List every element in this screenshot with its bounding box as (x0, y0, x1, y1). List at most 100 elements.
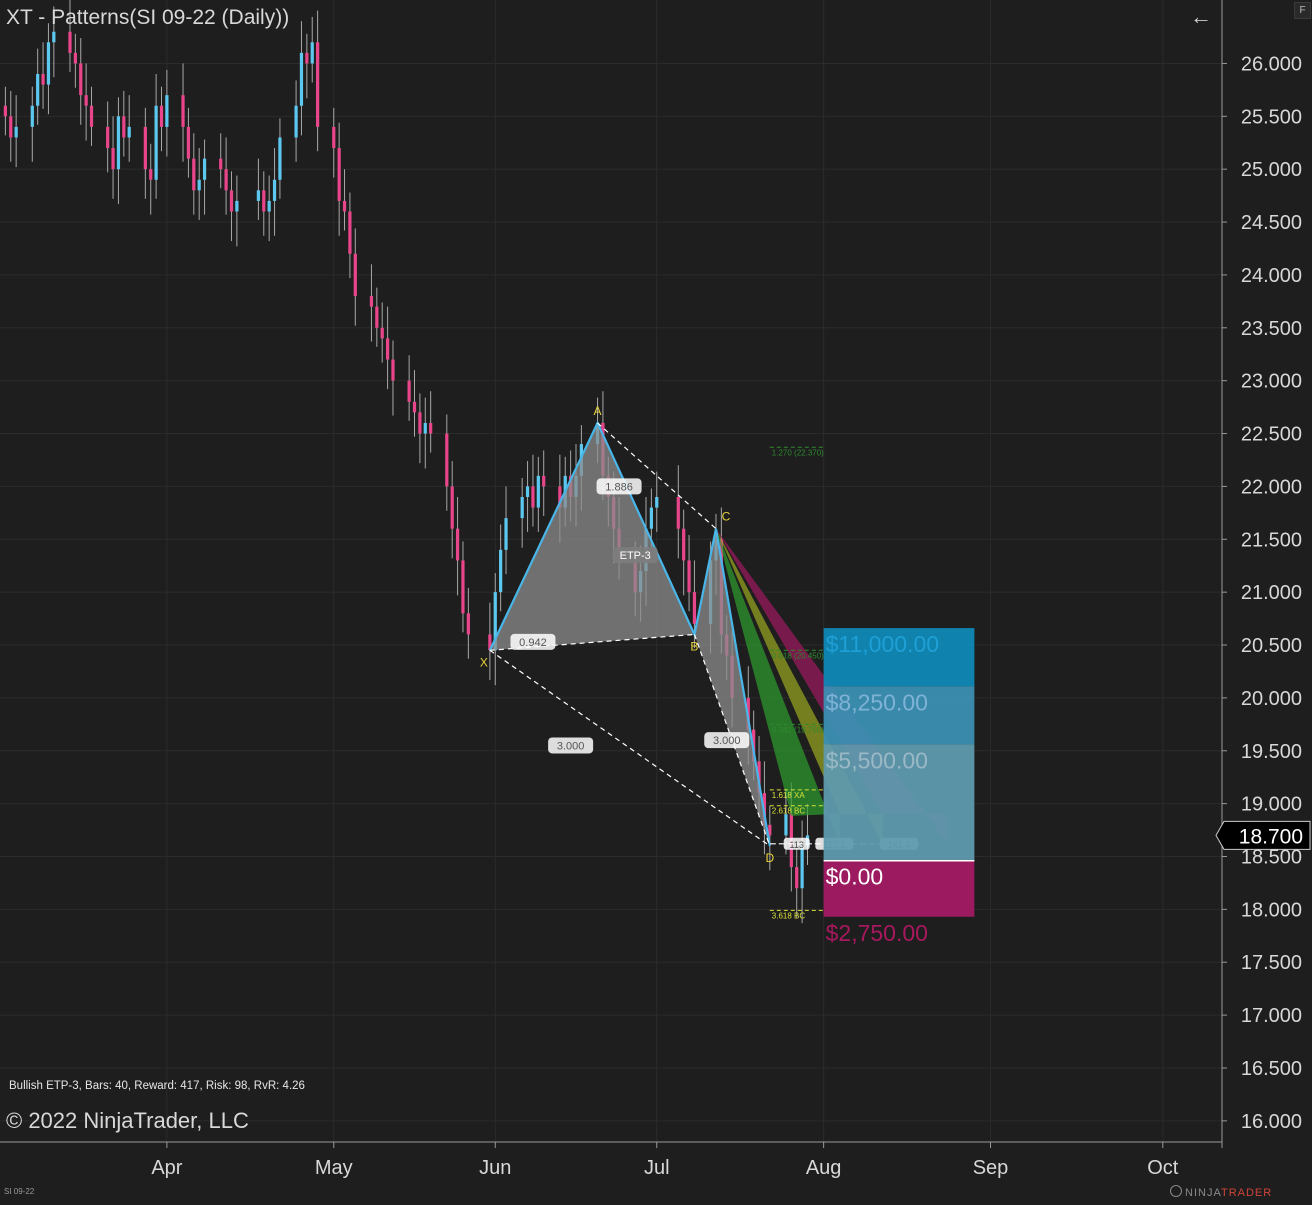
candle-body (149, 169, 153, 180)
pattern-point-label: C (722, 510, 731, 524)
candle-body (499, 549, 503, 593)
candle-body (186, 126, 191, 159)
pattern-triangle-xab (489, 422, 695, 651)
candle-body (224, 169, 228, 191)
y-tick-label: 19.000 (1241, 794, 1302, 816)
candle-body (9, 116, 13, 138)
brand-main: NINJA (1185, 1187, 1221, 1199)
y-tick-label: 16.500 (1241, 1058, 1302, 1080)
candle-body (143, 126, 147, 170)
x-tick-label: Oct (1147, 1157, 1179, 1179)
candle-body (348, 211, 352, 254)
candle-body (412, 401, 417, 413)
target-label: $8,250.00 (826, 689, 928, 715)
y-tick-label: 22.500 (1241, 424, 1302, 446)
candle-body (294, 105, 298, 138)
candle-body (380, 327, 384, 339)
candle-body (692, 592, 697, 624)
candle-body (84, 95, 88, 106)
y-tick-label: 24.000 (1241, 265, 1302, 287)
y-tick-label: 21.000 (1241, 582, 1302, 604)
fib-level-label: 2.618 BC (772, 807, 806, 816)
ratio-label: 3.000 (713, 735, 741, 747)
chart-title: XT - Patterns(SI 09-22 (Daily)) (6, 6, 290, 29)
candle-body (542, 475, 546, 487)
y-tick-label: 24.500 (1241, 212, 1302, 234)
last-price-label: 18.700 (1239, 825, 1303, 848)
candle-body (800, 845, 804, 889)
x-tick-label: Jul (644, 1157, 670, 1179)
candle-body (122, 116, 126, 138)
price-chart[interactable]: 16.000 16.500 17.000 17.500 18.000 18.500 19.0… (0, 0, 1312, 1200)
pattern-point-label: D (765, 851, 774, 865)
brand-accent: TRADER (1220, 1187, 1273, 1199)
candle-body (68, 31, 72, 53)
candle-body (466, 613, 470, 635)
candle-body (154, 105, 158, 180)
candle-body (531, 486, 535, 508)
ninjatrader-logo: NINJATRADER (1170, 1185, 1272, 1199)
x-tick-label: Sep (973, 1157, 1009, 1179)
candle-body (337, 148, 341, 201)
candle-body (461, 560, 465, 614)
y-tick-label: 19.500 (1241, 741, 1302, 763)
candle-body (111, 148, 115, 170)
candle-body (682, 528, 686, 561)
fib-level-label: 0.618 (20.450) (772, 651, 824, 660)
candle-body (165, 95, 169, 127)
candle-body (504, 518, 508, 550)
ratio-label: 0.942 (519, 637, 547, 649)
candle-body (202, 158, 207, 180)
y-tick-label: 25.000 (1241, 159, 1302, 181)
candle-body (299, 52, 304, 106)
candle-body (455, 528, 460, 561)
fib-level-label: 0.382 (19.750) (772, 725, 824, 734)
pattern-point-label: A (594, 404, 602, 418)
candle-body (36, 74, 40, 106)
candle-body (649, 507, 653, 529)
candle-body (89, 105, 94, 127)
candle-body (353, 253, 357, 297)
x-tick-label: Jun (479, 1157, 511, 1179)
candle-body (418, 412, 422, 434)
candle-body (332, 126, 336, 149)
y-tick-label: 17.000 (1241, 1005, 1302, 1027)
entry-label: $0.00 (826, 864, 884, 890)
fib-level-label: 1.618 XA (772, 791, 806, 800)
candle-body (525, 486, 530, 497)
y-tick-label: 23.000 (1241, 371, 1302, 393)
candle-body (262, 190, 266, 212)
target-label: $5,500.00 (826, 747, 928, 773)
y-tick-label: 25.500 (1241, 106, 1302, 128)
candle-body (30, 105, 34, 127)
candle-body (116, 116, 121, 170)
projection-label: 113 (790, 840, 804, 850)
candle-body (235, 200, 239, 212)
x-tick-label: May (315, 1157, 353, 1179)
candle-body (106, 126, 110, 149)
back-arrow-icon[interactable]: ← (1190, 4, 1212, 30)
ratio-label: 1.886 (605, 481, 633, 493)
candle-body (375, 306, 379, 328)
candle-body (655, 496, 659, 508)
y-tick-label: 18.000 (1241, 899, 1302, 921)
ratio-label: ETP-3 (620, 550, 651, 562)
candle-body (272, 179, 277, 201)
candle-body (46, 42, 51, 85)
stop-label: $2,750.00 (826, 920, 928, 946)
candle-body (310, 42, 314, 64)
target-label: $11,000.00 (826, 631, 939, 657)
candle-body (192, 158, 196, 191)
candle-body (687, 560, 691, 593)
chart-canvas[interactable]: 16.00016.50017.00017.50018.00018.50019.0… (0, 0, 1312, 1200)
candle-body (159, 105, 164, 127)
candle-body (229, 190, 234, 212)
candle-body (14, 126, 18, 138)
f-badge-button[interactable]: F (1294, 2, 1311, 19)
candle-body (385, 338, 390, 360)
copyright-notice: © 2022 NinjaTrader, LLC (6, 1108, 249, 1133)
candle-body (429, 422, 433, 434)
candle-body (267, 200, 271, 212)
ninjatrader-logo-icon (1170, 1185, 1182, 1197)
y-tick-label: 26.000 (1241, 53, 1302, 75)
